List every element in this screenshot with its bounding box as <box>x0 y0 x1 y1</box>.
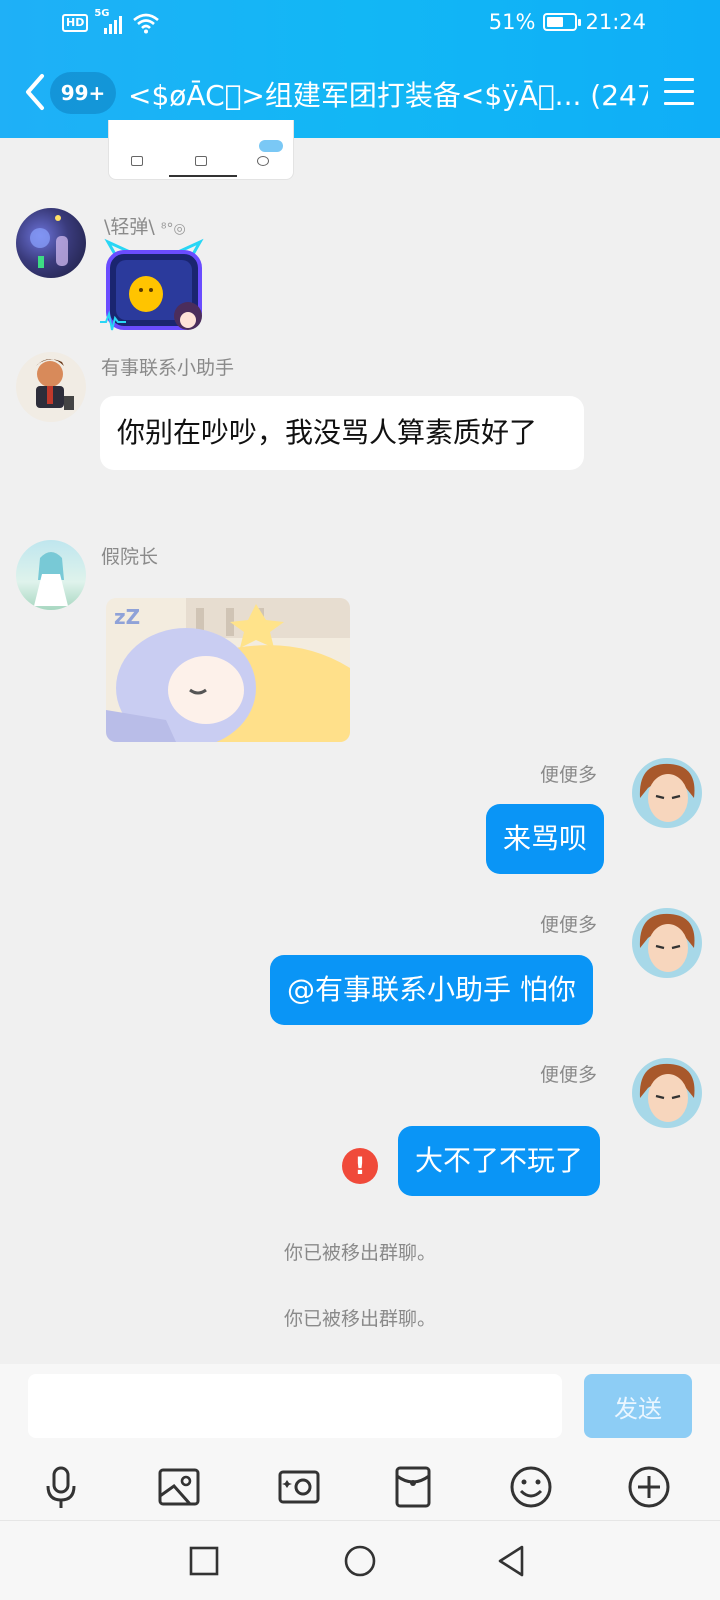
hd-indicator: HD <box>62 14 89 32</box>
signal-icon: 5G <box>94 8 126 34</box>
system-nav-bar <box>0 1520 720 1600</box>
clock: 21:24 <box>585 10 646 34</box>
send-failed-icon[interactable]: ! <box>342 1148 378 1184</box>
status-right: 51% 21:24 <box>489 10 646 34</box>
unread-badge[interactable]: 99+ <box>50 72 116 114</box>
svg-text:zZ: zZ <box>114 605 140 629</box>
previous-image-card[interactable] <box>108 120 294 180</box>
member-count: (2471) <box>590 79 648 112</box>
image-message[interactable]: zZ <box>106 598 350 742</box>
input-toolbar <box>0 1458 720 1516</box>
home-icon[interactable] <box>342 1543 378 1579</box>
system-notice: 你已被移出群聊。 <box>283 1242 436 1264</box>
menu-icon[interactable] <box>664 78 694 106</box>
status-left: HD 5G <box>62 8 160 34</box>
avatar[interactable] <box>16 208 86 278</box>
back-icon[interactable] <box>494 1543 530 1579</box>
recent-apps-icon[interactable] <box>186 1543 222 1579</box>
battery-icon <box>543 13 582 31</box>
input-area: 发送 <box>0 1364 720 1520</box>
sender-name: 便便多 <box>540 764 598 786</box>
red-envelope-icon[interactable] <box>390 1464 436 1510</box>
sender-name: \轻弹\ ⁸°◎ <box>104 216 186 238</box>
title-bar: 99+ <$øĀC >组建军团打装备<$ÿĀ ... (2471) <box>0 60 720 126</box>
status-bar: HD 5G 51% 21:24 <box>0 0 720 48</box>
sticker-message[interactable] <box>100 238 208 338</box>
battery-percent: 51% <box>488 10 536 34</box>
image-icon[interactable] <box>156 1464 202 1510</box>
message-input[interactable] <box>28 1374 562 1438</box>
message-bubble[interactable]: 你别在吵吵，我没骂人算素质好了 <box>100 396 584 470</box>
group-name: <$øĀC >组建军团打装备<$ÿĀ ... <box>128 79 582 112</box>
chevron-left-icon[interactable] <box>20 70 50 114</box>
send-button[interactable]: 发送 <box>584 1374 692 1438</box>
avatar[interactable] <box>632 908 702 978</box>
card-image-icon <box>195 156 207 166</box>
wifi-icon <box>133 13 160 34</box>
avatar[interactable] <box>16 540 86 610</box>
camera-icon[interactable] <box>276 1464 322 1510</box>
chat-header: HD 5G 51% 21:24 99+ <$øĀC >组建军团打装备<$ÿĀ .… <box>0 0 720 138</box>
plus-icon[interactable] <box>626 1464 672 1510</box>
sender-name: 便便多 <box>540 914 598 936</box>
system-notice: 你已被移出群聊。 <box>283 1308 436 1330</box>
message-bubble[interactable]: @有事联系小助手 怕你 <box>270 955 593 1025</box>
card-image-icon <box>131 156 143 166</box>
message-bubble[interactable]: 来骂呗 <box>486 804 605 874</box>
avatar[interactable] <box>632 758 702 828</box>
sender-name: 假院长 <box>101 546 159 568</box>
microphone-icon[interactable] <box>38 1464 84 1510</box>
card-emoji-icon <box>257 156 269 166</box>
message-bubble[interactable]: 大不了不玩了 <box>398 1126 601 1196</box>
avatar[interactable] <box>632 1058 702 1128</box>
sender-name: 有事联系小助手 <box>101 357 235 379</box>
avatar[interactable] <box>16 352 86 422</box>
title-decoration: ⁸°◎ <box>160 221 186 237</box>
chat-title: <$øĀC >组建军团打装备<$ÿĀ ... (2471) <box>128 74 648 114</box>
emoji-icon[interactable] <box>508 1464 554 1510</box>
sender-name: 便便多 <box>540 1064 598 1086</box>
